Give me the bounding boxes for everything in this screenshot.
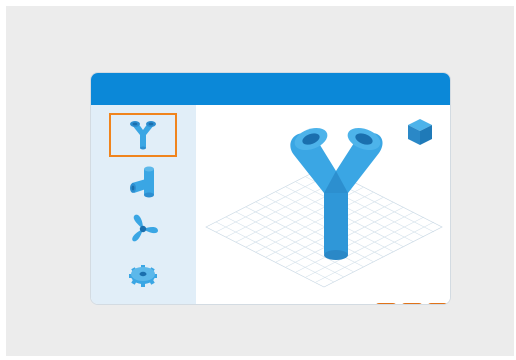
app-window: ... ↓ ... ... — [90, 72, 451, 305]
view-cube-icon — [408, 119, 432, 145]
sidebar-item-gear[interactable] — [109, 253, 177, 297]
gear-icon — [129, 265, 157, 287]
sidebar-item-elbow-pipe[interactable] — [109, 161, 177, 205]
app-frame: ... ↓ ... ... — [6, 6, 514, 356]
3d-viewport[interactable]: ... ↓ ... ... — [196, 105, 450, 304]
download-button[interactable]: ↓ — [401, 303, 423, 304]
sidebar-item-y-pipe[interactable] — [109, 113, 177, 157]
scene-canvas — [205, 119, 443, 288]
elbow-pipe-icon — [130, 166, 154, 198]
fan-icon — [132, 214, 158, 242]
more-button[interactable]: ... — [427, 303, 449, 304]
more-button[interactable]: ... — [375, 303, 397, 304]
viewer-toolbar: ... ↓ ... ... — [375, 303, 450, 304]
model-sidebar — [91, 105, 196, 304]
title-bar — [91, 73, 450, 105]
sidebar-item-fan[interactable] — [109, 207, 177, 251]
y-pipe-icon — [130, 121, 156, 150]
